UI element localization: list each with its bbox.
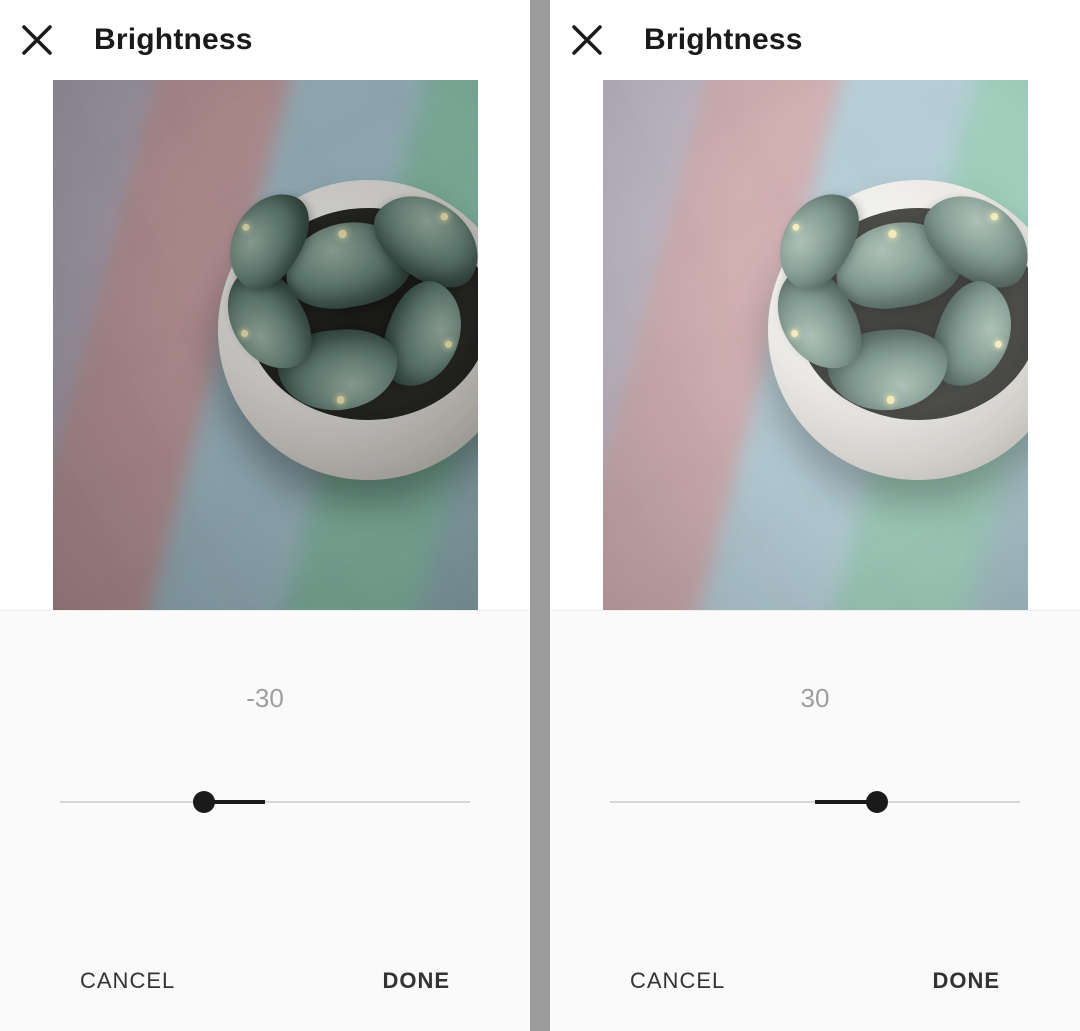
footer: CANCEL DONE (550, 941, 1080, 1031)
preview-image (53, 80, 478, 610)
close-icon[interactable] (570, 23, 604, 57)
brightness-value: 30 (550, 683, 1080, 714)
panel-divider (530, 0, 550, 1031)
image-preview-area (550, 80, 1080, 610)
done-button[interactable]: DONE (382, 968, 450, 994)
done-button[interactable]: DONE (932, 968, 1000, 994)
slider-thumb[interactable] (866, 791, 888, 813)
footer: CANCEL DONE (0, 941, 530, 1031)
comparison-container: Brightness -30 CANCEL (0, 0, 1080, 1031)
screen-title: Brightness (94, 23, 253, 57)
cancel-button[interactable]: CANCEL (80, 968, 175, 994)
editor-panel-left: Brightness -30 CANCEL (0, 0, 530, 1031)
image-preview-area (0, 80, 530, 610)
brightness-slider[interactable] (60, 792, 470, 812)
header: Brightness (550, 0, 1080, 80)
slider-thumb[interactable] (193, 791, 215, 813)
brightness-slider[interactable] (610, 792, 1020, 812)
controls-area: -30 CANCEL DONE (0, 610, 530, 1031)
preview-image (603, 80, 1028, 610)
cancel-button[interactable]: CANCEL (630, 968, 725, 994)
close-icon[interactable] (20, 23, 54, 57)
header: Brightness (0, 0, 530, 80)
brightness-value: -30 (0, 683, 530, 714)
editor-panel-right: Brightness 30 CANCEL (550, 0, 1080, 1031)
slider-track (60, 801, 470, 803)
controls-area: 30 CANCEL DONE (550, 610, 1080, 1031)
screen-title: Brightness (644, 23, 803, 57)
